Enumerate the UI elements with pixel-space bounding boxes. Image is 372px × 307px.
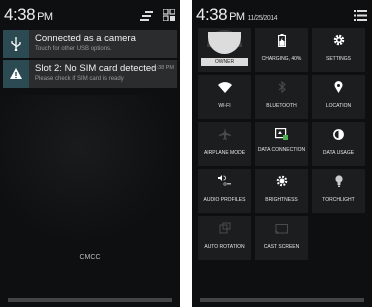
tile-label: CHARGING, 40% <box>261 56 302 62</box>
tile-auto-rotation[interactable]: AUTO ROTATION <box>198 216 251 260</box>
status-icons <box>134 8 175 26</box>
drag-handle[interactable] <box>200 298 364 302</box>
tile-data-connection[interactable]: DATA CONNECTION <box>255 122 308 166</box>
tile-label: SETTINGS <box>325 56 351 62</box>
battery-icon <box>255 34 308 51</box>
tile-label: CAST SCREEN <box>263 244 300 250</box>
tile-label: LOCATION <box>325 103 352 109</box>
wifi-icon <box>198 81 251 97</box>
drag-handle[interactable] <box>8 298 172 302</box>
location-pin-icon <box>312 81 365 97</box>
tile-label: WI-FI <box>218 103 231 109</box>
notification-usb[interactable]: Connected as a camera Touch for other US… <box>3 30 177 58</box>
tile-location[interactable]: LOCATION <box>312 75 365 119</box>
data-usage-icon <box>312 128 365 144</box>
tile-label: AUTO ROTATION <box>204 244 245 250</box>
notification-subtitle: Please check if SIM card is ready <box>35 76 124 82</box>
tile-wifi[interactable]: WI-FI <box>198 75 251 119</box>
tile-label: DATA CONNECTION <box>257 147 306 153</box>
tile-data-usage[interactable]: DATA USAGE <box>312 122 365 166</box>
clock-date: 11/25/2014 <box>247 15 278 22</box>
notification-subtitle: Touch for other USB options. <box>35 46 112 52</box>
audio-profiles-icon <box>198 175 251 191</box>
tile-cast-screen[interactable]: CAST SCREEN <box>255 216 308 260</box>
status-icons <box>348 8 367 26</box>
tile-battery[interactable]: CHARGING, 40% <box>255 28 308 72</box>
cast-screen-icon <box>255 222 308 238</box>
data-connection-icon <box>255 128 308 144</box>
clock: 4:38 PM <box>4 5 53 25</box>
brightness-icon <box>255 175 308 191</box>
status-bar: 4:38 PM <box>0 0 180 30</box>
notification-shade: 4:38 PM Connected as a camera Touch for … <box>0 0 180 307</box>
tile-torchlight[interactable]: TORCHLIGHT <box>312 169 365 213</box>
tile-bluetooth[interactable]: BLUETOOTH <box>255 75 308 119</box>
clock-ampm: PM <box>229 11 245 23</box>
tile-label: AUDIO PROFILES <box>203 197 246 203</box>
tile-label: BRIGHTNESS <box>265 197 298 203</box>
tile-owner[interactable]: OWNER <box>198 28 251 72</box>
notifications-list-icon[interactable] <box>354 10 367 21</box>
clock: 4:38 PM 11/25/2014 <box>196 5 278 25</box>
gear-icon <box>312 34 365 50</box>
airplane-icon <box>198 128 251 144</box>
dimmed-background <box>0 95 180 245</box>
tile-airplane[interactable]: AIRPLANE MODE <box>198 122 251 166</box>
quick-settings-panel: 4:38 PM 11/25/2014 OWNER CHARGING, 40% S… <box>192 0 372 307</box>
clock-time: 4:38 <box>196 5 228 24</box>
torchlight-icon <box>312 175 365 191</box>
tile-audio-profiles[interactable]: AUDIO PROFILES <box>198 169 251 213</box>
tile-label: BLUETOOTH <box>266 103 297 109</box>
avatar-icon <box>208 32 241 54</box>
clear-all-icon[interactable] <box>139 10 153 21</box>
notification-sim[interactable]: Slot 2: No SIM card detected Please chec… <box>3 60 177 88</box>
clock-ampm: PM <box>37 11 53 23</box>
quick-settings-grid-icon[interactable] <box>163 9 175 21</box>
bluetooth-icon <box>255 80 308 97</box>
tile-label: OWNER <box>201 58 248 66</box>
tile-label: DATA USAGE <box>322 150 355 156</box>
clock-time: 4:38 <box>4 5 36 24</box>
tile-brightness[interactable]: BRIGHTNESS <box>255 169 308 213</box>
warning-icon <box>3 60 29 88</box>
status-bar: 4:38 PM 11/25/2014 <box>192 0 372 30</box>
tile-settings[interactable]: SETTINGS <box>312 28 365 72</box>
notification-time: 4:38 PM <box>153 65 174 71</box>
tile-label: AIRPLANE MODE <box>203 150 246 156</box>
tile-label: TORCHLIGHT <box>322 197 355 203</box>
rotation-icon <box>198 222 251 238</box>
usb-icon <box>3 30 29 58</box>
notification-title: Connected as a camera <box>35 33 136 44</box>
carrier-label: CMCC <box>79 254 101 261</box>
notification-title: Slot 2: No SIM card detected <box>35 63 157 74</box>
